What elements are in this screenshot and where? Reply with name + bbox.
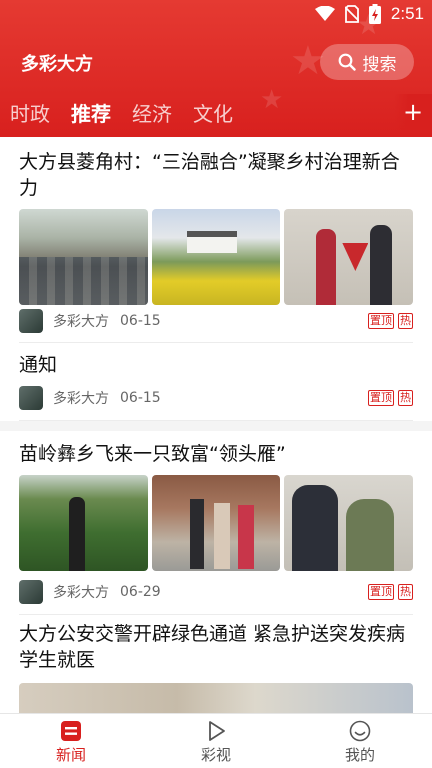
nav-news-label: 新闻 bbox=[55, 746, 86, 764]
article-image bbox=[284, 475, 414, 571]
nav-video[interactable]: 彩视 bbox=[176, 720, 256, 765]
publish-date: 06-15 bbox=[120, 313, 161, 329]
article-image bbox=[284, 209, 414, 305]
article-item[interactable]: 大方公安交警开辟绿色通道 紧急护送突发疾病学生就医 bbox=[19, 621, 413, 713]
publish-date: 06-15 bbox=[120, 390, 161, 406]
nav-mine-label: 我的 bbox=[344, 746, 375, 764]
article-item[interactable]: 大方县菱角村：“三治融合”凝聚乡村治理新合力 bbox=[19, 149, 414, 305]
pinned-badge: 置顶 bbox=[368, 390, 394, 406]
divider bbox=[19, 342, 413, 343]
article-title: 苗岭彝乡飞来一只致富“领头雁” bbox=[19, 443, 286, 465]
nav-mine[interactable]: 我的 bbox=[320, 720, 400, 765]
channel-tabs: 时政 推荐 经济 文化 + bbox=[0, 94, 432, 134]
source-name: 多彩大方 bbox=[53, 314, 109, 330]
app-header: ★ ★ ★ 2:51 多彩大方 搜索 时政 推荐 经济 文化 + bbox=[0, 0, 432, 137]
play-icon bbox=[209, 721, 225, 741]
source-name: 多彩大方 bbox=[53, 585, 109, 601]
source-avatar bbox=[19, 309, 43, 333]
pinned-badge: 置顶 bbox=[368, 584, 394, 600]
source-name: 多彩大方 bbox=[53, 391, 109, 407]
article-image bbox=[19, 209, 148, 305]
article-meta: 多彩大方 06-15 置顶 热 bbox=[19, 308, 413, 334]
article-image bbox=[151, 209, 281, 305]
app-title: 多彩大方 bbox=[21, 54, 93, 75]
article-title: 大方公安交警开辟绿色通道 紧急护送突发疾病学生就医 bbox=[19, 623, 406, 671]
article-title: 大方县菱角村：“三治融合”凝聚乡村治理新合力 bbox=[19, 151, 400, 199]
status-bar: 2:51 bbox=[0, 0, 432, 30]
nav-video-label: 彩视 bbox=[200, 746, 231, 764]
hot-badge: 热 bbox=[398, 313, 413, 329]
publish-date: 06-29 bbox=[120, 584, 161, 600]
search-label: 搜索 bbox=[362, 54, 397, 75]
pinned-badge: 置顶 bbox=[368, 313, 394, 329]
wifi-icon bbox=[314, 6, 335, 21]
tab-wenhua[interactable]: 文化 bbox=[193, 98, 233, 127]
smile-icon bbox=[349, 720, 371, 742]
article-item[interactable]: 通知 bbox=[19, 352, 413, 378]
news-icon bbox=[61, 721, 81, 741]
article-image bbox=[19, 475, 148, 571]
article-meta: 多彩大方 06-29 置顶 热 bbox=[19, 579, 413, 605]
hot-badge: 热 bbox=[398, 584, 413, 600]
source-avatar bbox=[19, 580, 43, 604]
add-channel-button[interactable]: + bbox=[394, 94, 432, 130]
search-button[interactable]: 搜索 bbox=[320, 44, 414, 80]
bottom-navigation: 新闻 彩视 我的 bbox=[0, 713, 432, 768]
article-title: 通知 bbox=[19, 354, 58, 376]
battery-charging-icon bbox=[368, 4, 381, 24]
search-icon bbox=[338, 53, 356, 71]
article-meta: 多彩大方 06-15 置顶 热 bbox=[19, 385, 413, 411]
source-avatar bbox=[19, 386, 43, 410]
tab-tuijian[interactable]: 推荐 bbox=[71, 98, 111, 127]
no-sim-icon bbox=[344, 5, 359, 23]
status-time: 2:51 bbox=[390, 4, 424, 23]
article-images bbox=[19, 209, 414, 305]
section-gap bbox=[0, 421, 432, 431]
article-images bbox=[19, 475, 414, 571]
article-image bbox=[19, 683, 413, 713]
plus-icon: + bbox=[402, 98, 424, 126]
article-image bbox=[151, 475, 281, 571]
divider bbox=[19, 614, 413, 615]
article-item[interactable]: 苗岭彝乡飞来一只致富“领头雁” bbox=[19, 441, 414, 571]
tab-shizheng[interactable]: 时政 bbox=[10, 98, 50, 127]
news-feed[interactable]: 大方县菱角村：“三治融合”凝聚乡村治理新合力 多彩大方 06-15 置顶 热 通… bbox=[0, 137, 432, 713]
tab-jingji[interactable]: 经济 bbox=[132, 98, 172, 127]
hot-badge: 热 bbox=[398, 390, 413, 406]
nav-news[interactable]: 新闻 bbox=[31, 720, 111, 765]
